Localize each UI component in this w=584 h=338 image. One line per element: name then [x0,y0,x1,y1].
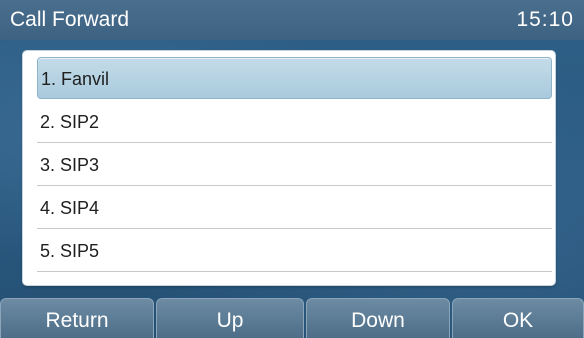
return-button[interactable]: Return [0,298,154,338]
up-button[interactable]: Up [156,298,304,338]
title-bar: Call Forward 15:10 [0,0,584,40]
page-title: Call Forward [10,8,130,31]
list-item-line-1[interactable]: 1. Fanvil [37,57,552,99]
line-list: 1. Fanvil 2. SIP2 3. SIP3 4. SIP4 5. SIP… [23,51,555,285]
clock: 15:10 [516,8,574,31]
list-item-line-3[interactable]: 3. SIP3 [37,144,552,186]
list-item-line-2[interactable]: 2. SIP2 [37,101,552,143]
phone-screen: Call Forward 15:10 1. Fanvil 2. SIP2 3. … [0,0,584,338]
down-button[interactable]: Down [306,298,450,338]
ok-button[interactable]: OK [452,298,584,338]
softkey-bar: Return Up Down OK [0,298,584,338]
list-item-line-4[interactable]: 4. SIP4 [37,187,552,229]
list-item-line-5[interactable]: 5. SIP5 [37,230,552,272]
